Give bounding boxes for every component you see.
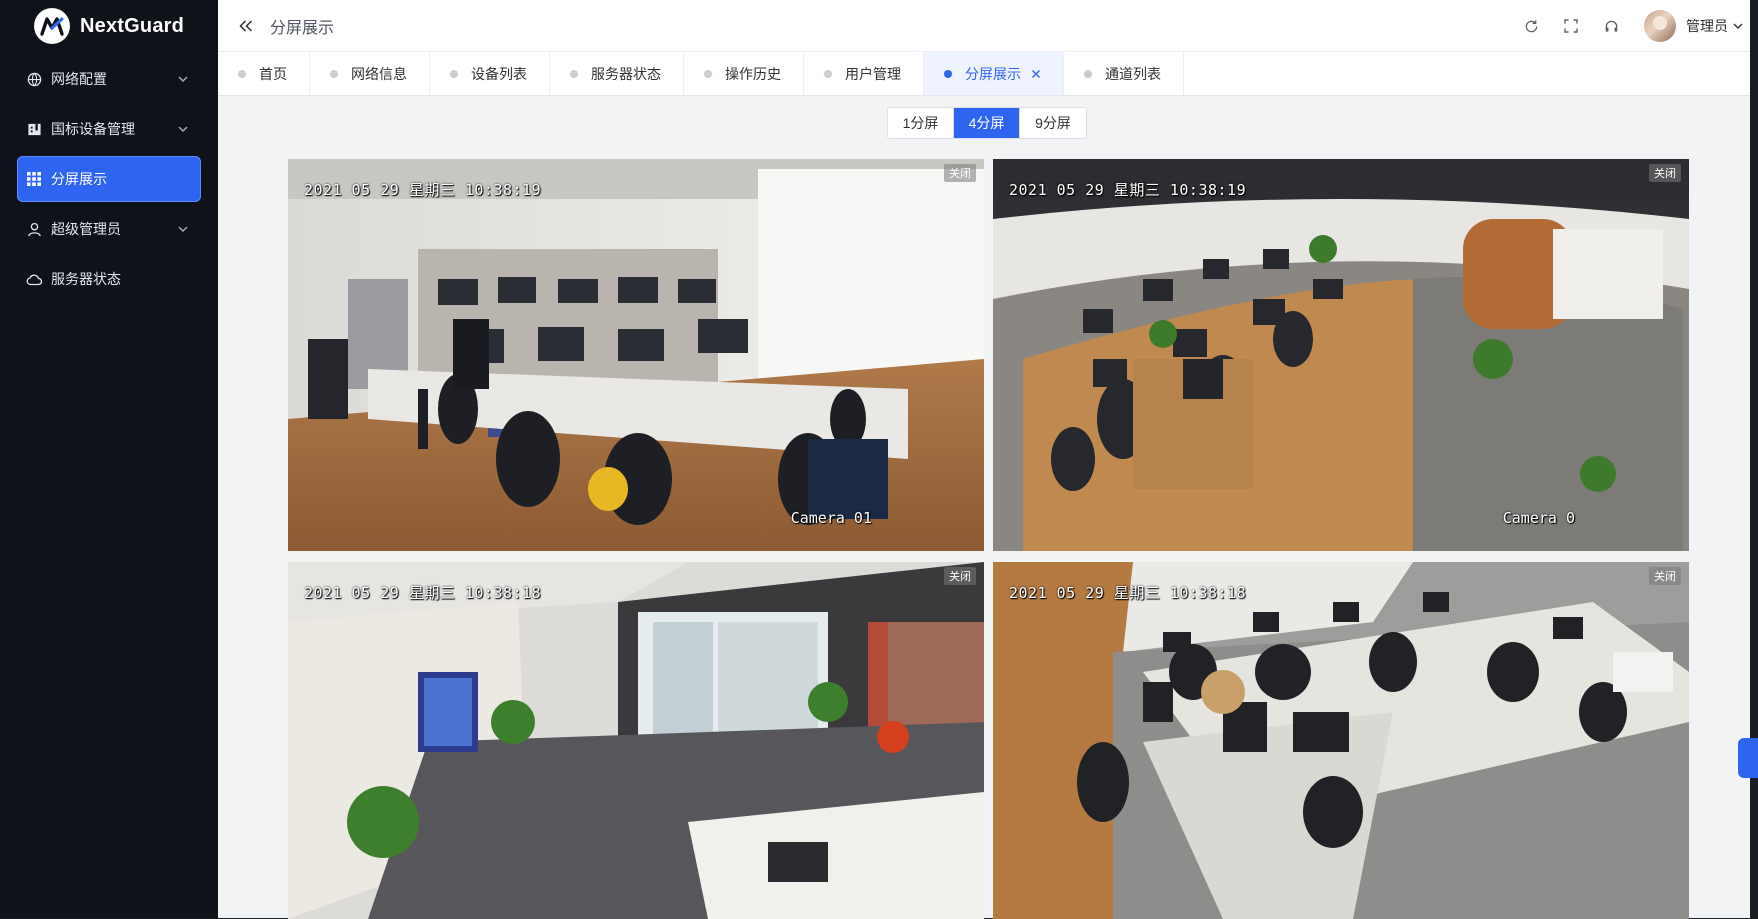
support-button[interactable] bbox=[1602, 17, 1620, 35]
tab-dot bbox=[238, 69, 246, 78]
camera-label: Camera 0 bbox=[1502, 509, 1575, 527]
tab-dot bbox=[824, 69, 832, 78]
layout-1-button[interactable]: 1分屏 bbox=[888, 108, 954, 138]
tab-label: 设备列表 bbox=[471, 65, 527, 82]
sidebar-item-split-screen[interactable]: 分屏展示 bbox=[17, 156, 201, 202]
grid-icon bbox=[26, 171, 42, 187]
camera-view-3[interactable]: 2021 05 29 星期三 10:38:18 关闭 bbox=[288, 562, 984, 919]
camera-view-2[interactable]: 2021 05 29 星期三 10:38:19 Camera 0 关闭 bbox=[993, 159, 1689, 551]
camera-feed bbox=[993, 159, 1689, 551]
camera-close-button[interactable]: 关闭 bbox=[1649, 567, 1681, 585]
breadcrumb: 分屏展示 bbox=[270, 19, 335, 37]
collapse-sidebar-button[interactable] bbox=[236, 16, 256, 36]
layout-9-button[interactable]: 9分屏 bbox=[1020, 108, 1086, 138]
tab-dot bbox=[704, 69, 712, 78]
tab-label: 操作历史 bbox=[725, 65, 781, 82]
user-name[interactable]: 管理员 bbox=[1686, 16, 1728, 36]
settings-drawer-handle[interactable] bbox=[1738, 738, 1758, 778]
header-tools: 管理员 bbox=[1522, 0, 1750, 52]
headset-icon bbox=[1605, 20, 1617, 32]
tab-label: 服务器状态 bbox=[591, 65, 661, 82]
camera-grid: 2021 05 29 星期三 10:38:19 Camera 01 关闭 202… bbox=[288, 159, 1689, 919]
sidebar-item-label: 网络配置 bbox=[51, 71, 107, 87]
window-edge bbox=[1750, 0, 1758, 918]
tab-user-management[interactable]: 用户管理 bbox=[804, 52, 924, 95]
fullscreen-icon bbox=[1564, 19, 1578, 33]
refresh-button[interactable] bbox=[1522, 17, 1540, 35]
tab-dot bbox=[450, 69, 458, 78]
main-area: 分屏展示 管理员 首页 网络信息 设备列表 服务器状态 操作历史 用户管理 分屏… bbox=[218, 0, 1750, 919]
top-header: 分屏展示 管理员 bbox=[218, 0, 1750, 52]
sidebar-item-super-admin[interactable]: 超级管理员 bbox=[17, 206, 201, 252]
logo-mark-icon bbox=[34, 8, 70, 44]
sidebar-item-label: 服务器状态 bbox=[51, 271, 121, 287]
tab-device-list[interactable]: 设备列表 bbox=[430, 52, 550, 95]
fullscreen-button[interactable] bbox=[1562, 17, 1580, 35]
chevron-down-icon bbox=[178, 226, 188, 232]
tab-label: 分屏展示 bbox=[965, 65, 1021, 82]
sidebar-item-label: 超级管理员 bbox=[51, 221, 121, 237]
chevron-down-icon bbox=[178, 76, 188, 82]
tab-server-status[interactable]: 服务器状态 bbox=[550, 52, 684, 95]
camera-timestamp: 2021 05 29 星期三 10:38:18 bbox=[304, 584, 542, 602]
avatar[interactable] bbox=[1644, 10, 1676, 42]
sidebar-item-network-config[interactable]: 网络配置 bbox=[17, 56, 201, 102]
sidebar-item-label: 国标设备管理 bbox=[51, 121, 135, 137]
double-chevron-left-icon bbox=[239, 19, 253, 32]
page-tabs: 首页 网络信息 设备列表 服务器状态 操作历史 用户管理 分屏展示 通道列表 bbox=[218, 52, 1750, 96]
chevron-down-icon bbox=[178, 126, 188, 132]
tab-dot bbox=[944, 69, 952, 78]
camera-timestamp: 2021 05 29 星期三 10:38:19 bbox=[304, 181, 542, 199]
sidebar-menu: 网络配置 国标设备管理 分屏展示 超级管理员 服务器状态 bbox=[0, 56, 218, 302]
user-icon bbox=[26, 221, 42, 237]
sidebar: NextGuard 网络配置 国标设备管理 分屏展示 超级管理员 服务器状态 bbox=[0, 0, 218, 918]
camera-timestamp: 2021 05 29 星期三 10:38:18 bbox=[1009, 584, 1247, 602]
tab-close-icon[interactable] bbox=[1031, 69, 1041, 79]
camera-feed bbox=[288, 159, 984, 551]
building-icon bbox=[26, 121, 42, 137]
camera-close-button[interactable]: 关闭 bbox=[1649, 164, 1681, 182]
sidebar-item-server-status[interactable]: 服务器状态 bbox=[17, 256, 201, 302]
camera-feed bbox=[993, 562, 1689, 919]
tab-label: 首页 bbox=[259, 65, 287, 82]
tab-operation-history[interactable]: 操作历史 bbox=[684, 52, 804, 95]
cloud-icon bbox=[26, 271, 42, 287]
sidebar-item-label: 分屏展示 bbox=[51, 171, 107, 187]
camera-close-button[interactable]: 关闭 bbox=[944, 164, 976, 182]
tab-dot bbox=[1084, 69, 1092, 78]
tab-label: 用户管理 bbox=[845, 65, 901, 82]
logo[interactable]: NextGuard bbox=[0, 0, 218, 52]
tab-label: 网络信息 bbox=[351, 65, 407, 82]
tab-split-screen[interactable]: 分屏展示 bbox=[924, 52, 1064, 95]
tab-network-info[interactable]: 网络信息 bbox=[310, 52, 430, 95]
layout-4-button[interactable]: 4分屏 bbox=[954, 108, 1020, 138]
tab-channel-list[interactable]: 通道列表 bbox=[1064, 52, 1184, 95]
camera-close-button[interactable]: 关闭 bbox=[944, 567, 976, 585]
camera-view-4[interactable]: 2021 05 29 星期三 10:38:18 关闭 bbox=[993, 562, 1689, 919]
globe-icon bbox=[26, 71, 42, 87]
tab-home[interactable]: 首页 bbox=[218, 52, 310, 95]
refresh-icon bbox=[1525, 19, 1537, 32]
app-name: NextGuard bbox=[80, 14, 185, 37]
split-screen-content: 1分屏 4分屏 9分屏 2021 05 29 星期三 10:38:19 Came… bbox=[218, 96, 1750, 919]
app-window: NextGuard 网络配置 国标设备管理 分屏展示 超级管理员 服务器状态 分… bbox=[0, 0, 1758, 919]
chevron-down-icon[interactable] bbox=[1732, 20, 1744, 32]
tab-label: 通道列表 bbox=[1105, 65, 1161, 82]
camera-label: Camera 01 bbox=[790, 509, 872, 527]
camera-view-1[interactable]: 2021 05 29 星期三 10:38:19 Camera 01 关闭 bbox=[288, 159, 984, 551]
camera-timestamp: 2021 05 29 星期三 10:38:19 bbox=[1009, 181, 1247, 199]
tab-dot bbox=[330, 69, 338, 78]
camera-feed bbox=[288, 562, 984, 919]
sidebar-item-gb-device-management[interactable]: 国标设备管理 bbox=[17, 106, 201, 152]
layout-switch: 1分屏 4分屏 9分屏 bbox=[887, 107, 1087, 139]
tab-dot bbox=[570, 69, 578, 78]
